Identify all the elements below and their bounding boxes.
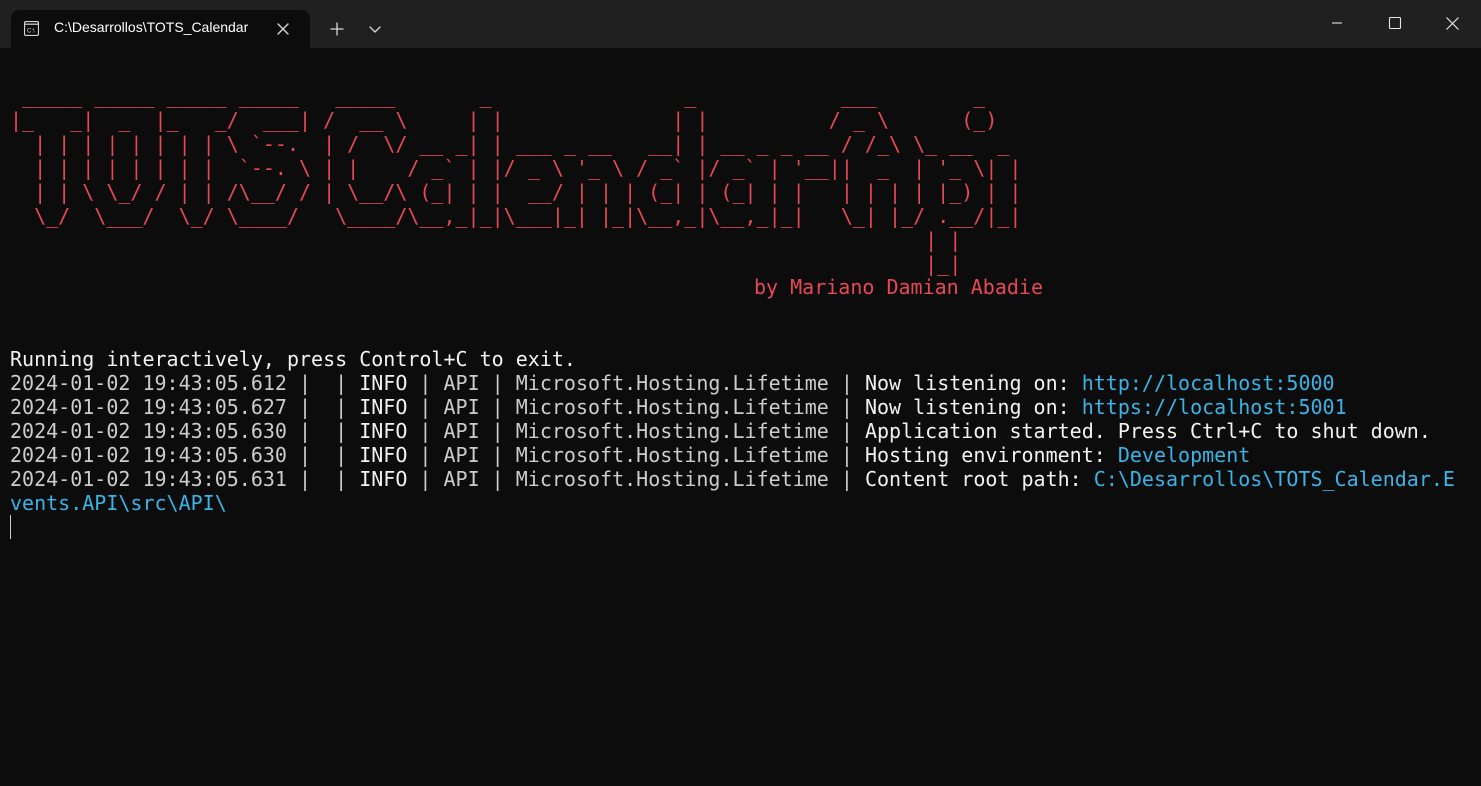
content-root-path-wrap: vents.API\src\API\ [10,491,227,515]
log-category: Microsoft.Hosting.Lifetime [515,467,829,491]
log-timestamp: 2024-01-02 19:43:05.631 [10,467,287,491]
log-line: 2024-01-02 19:43:05.630 | | INFO | API |… [10,443,1251,467]
log-line: 2024-01-02 19:43:05.627 | | INFO | API |… [10,395,1347,419]
terminal-output[interactable]: _____ _____ _____ _____ _____ _ _ ___ _ … [10,48,1475,778]
text-cursor [10,515,11,539]
log-timestamp: 2024-01-02 19:43:05.630 [10,419,287,443]
log-category: Microsoft.Hosting.Lifetime [515,419,829,443]
log-source: API [443,395,480,419]
terminal-window: C:\ C:\Desarrollos\TOTS_Calendar _____ _… [0,0,1481,786]
log-timestamp: 2024-01-02 19:43:05.627 [10,395,287,419]
log-source: API [443,467,480,491]
log-line: 2024-01-02 19:43:05.631 | | INFO | API |… [10,467,1455,491]
log-url-link[interactable]: http://localhost:5000 [1082,371,1335,395]
log-message: Content root path: [864,467,1094,491]
log-level: INFO [359,443,408,467]
close-icon[interactable] [1424,0,1481,46]
author-byline: by Mariano Damian Abadie [754,275,1043,299]
running-message: Running interactively, press Control+C t… [10,347,576,371]
log-source: API [443,419,480,443]
log-level: INFO [359,467,408,491]
log-url-link[interactable]: https://localhost:5001 [1082,395,1347,419]
log-source: API [443,443,480,467]
log-line: 2024-01-02 19:43:05.612 | | INFO | API |… [10,371,1335,395]
log-level: INFO [359,419,408,443]
plus-icon[interactable] [320,13,354,45]
terminal-icon: C:\ [24,21,39,36]
log-level: INFO [359,371,408,395]
log-message: Hosting environment: [864,443,1118,467]
title-bar: C:\ C:\Desarrollos\TOTS_Calendar [0,0,1481,48]
svg-text:C:\: C:\ [27,29,35,35]
minimize-icon[interactable] [1308,0,1366,46]
log-timestamp: 2024-01-02 19:43:05.630 [10,443,287,467]
log-level: INFO [359,395,408,419]
terminal-tab[interactable]: C:\ C:\Desarrollos\TOTS_Calendar [11,10,310,48]
log-timestamp: 2024-01-02 19:43:05.612 [10,371,287,395]
log-line: 2024-01-02 19:43:05.630 | | INFO | API |… [10,419,1431,443]
close-tab-icon[interactable] [274,20,292,38]
environment-value: Development [1117,443,1251,467]
log-message: Now listening on: [864,395,1082,419]
maximize-icon[interactable] [1366,0,1424,46]
log-category: Microsoft.Hosting.Lifetime [515,443,829,467]
ascii-banner: _____ _____ _____ _____ _____ _ _ ___ _ … [10,84,1022,276]
log-source: API [443,371,480,395]
log-message: Application started. Press Ctrl+C to shu… [864,419,1431,443]
log-category: Microsoft.Hosting.Lifetime [515,371,829,395]
log-category: Microsoft.Hosting.Lifetime [515,395,829,419]
chevron-down-icon[interactable] [358,13,392,45]
log-message: Now listening on: [864,371,1082,395]
content-root-path: C:\Desarrollos\TOTS_Calendar.E [1093,467,1455,491]
tab-title: C:\Desarrollos\TOTS_Calendar [54,19,249,35]
